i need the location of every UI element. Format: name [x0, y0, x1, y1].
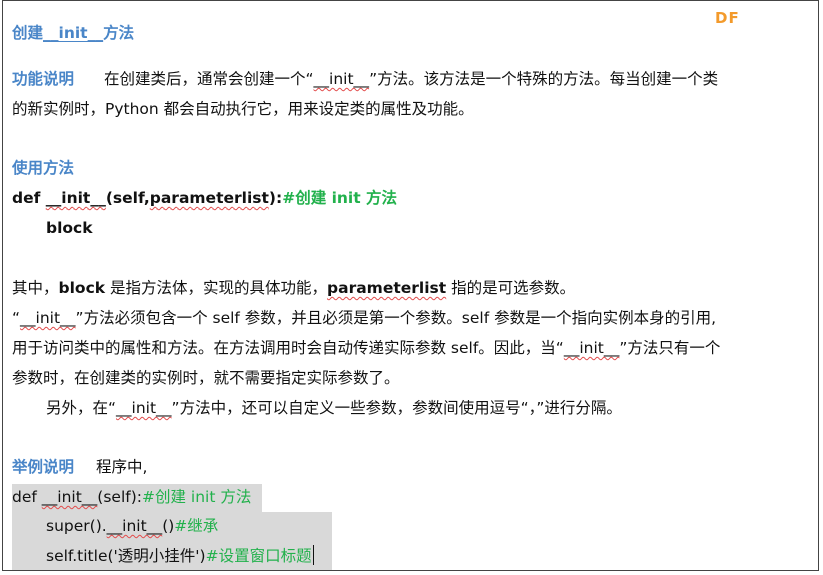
explain-line-4: 参数时，在创建类的实例时，就不需要指定实际参数了。 — [12, 369, 400, 387]
example-label: 举例说明 — [12, 458, 75, 476]
explain-line-5: 另外，在“__init__”方法中，还可以自定义一些参数，参数间使用逗号“，”进… — [46, 399, 622, 417]
example-code-2: super().__init__()#继承 — [46, 517, 219, 535]
explain-line-3: 用于访问类中的属性和方法。在方法调用时会自动传递实际参数 self。因此，当“_… — [12, 339, 721, 357]
text-cursor — [312, 545, 314, 565]
func-label: 功能说明 — [12, 70, 75, 88]
usage-code-block: block — [46, 219, 93, 237]
explain-line-2: “__init__”方法必须包含一个 self 参数，并且必须是第一个参数。se… — [12, 309, 717, 327]
example-code-3[interactable]: self.title('透明小挂件')#设置窗口标题 — [12, 545, 314, 566]
df-logo: DF — [715, 9, 740, 27]
example-line: 举例说明 程序中, — [12, 458, 148, 476]
usage-label: 使用方法 — [12, 159, 75, 177]
title-keyword: __init__ — [43, 24, 104, 42]
func-line-1: 功能说明 在创建类后，通常会创建一个“__init__”方法。该方法是一个特殊的方… — [12, 70, 719, 88]
section-title: 创建__init__方法 — [12, 24, 135, 42]
usage-code-def: def __init__(self,parameterlist):#创建 ini… — [12, 189, 398, 207]
func-line-2: 的新实例时，Python 都会自动执行它，用来设定类的属性及功能。 — [12, 100, 474, 118]
usage-code-comment: #创建 init 方法 — [282, 189, 398, 207]
explain-line-1: 其中，block 是指方法体，实现的具体功能，parameterlist 指的是… — [12, 279, 576, 297]
example-code-1: def __init__(self):#创建 init 方法 — [12, 488, 252, 506]
